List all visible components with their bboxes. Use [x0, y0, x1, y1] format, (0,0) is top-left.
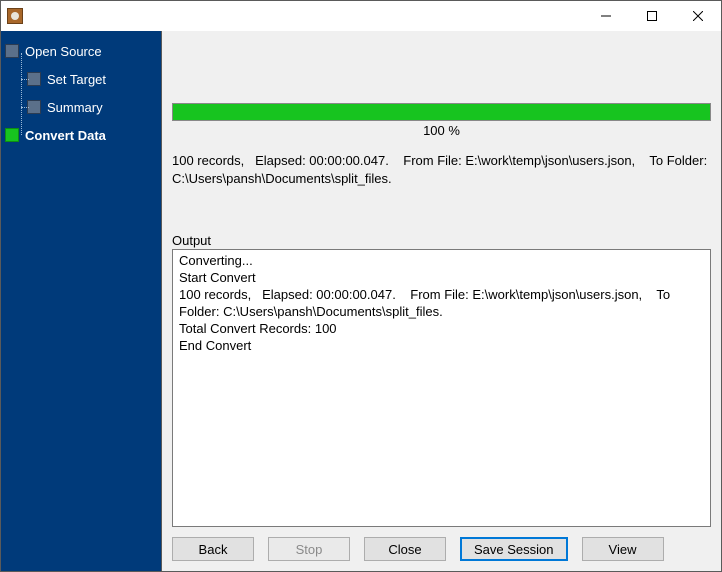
sidebar-item-set-target[interactable]: Set Target	[5, 65, 157, 93]
output-heading: Output	[172, 233, 711, 248]
sidebar-item-label: Set Target	[47, 72, 106, 87]
maximize-icon	[647, 11, 657, 21]
body-area: Open Source Set Target Summary Convert D…	[1, 31, 721, 571]
window-controls	[583, 1, 721, 31]
close-button[interactable]: Close	[364, 537, 446, 561]
progress-section: 100 %	[172, 103, 711, 138]
stop-button: Stop	[268, 537, 350, 561]
step-box-icon	[27, 100, 41, 114]
close-icon	[693, 11, 703, 21]
step-box-icon	[5, 128, 19, 142]
minimize-button[interactable]	[583, 1, 629, 31]
view-button[interactable]: View	[582, 537, 664, 561]
sidebar-item-label: Convert Data	[25, 128, 106, 143]
step-tree: Open Source Set Target Summary Convert D…	[5, 37, 157, 149]
main-inner: 100 % 100 records, Elapsed: 00:00:00.047…	[162, 31, 721, 527]
output-log[interactable]: Converting... Start Convert 100 records,…	[172, 249, 711, 527]
save-session-button[interactable]: Save Session	[460, 537, 568, 561]
step-box-icon	[5, 44, 19, 58]
titlebar	[1, 1, 721, 31]
sidebar-item-convert-data[interactable]: Convert Data	[5, 121, 157, 149]
button-row: Back Stop Close Save Session View	[162, 527, 721, 571]
maximize-button[interactable]	[629, 1, 675, 31]
close-window-button[interactable]	[675, 1, 721, 31]
progress-bar	[172, 103, 711, 121]
progress-percent-label: 100 %	[172, 123, 711, 138]
back-button[interactable]: Back	[172, 537, 254, 561]
sidebar-item-summary[interactable]: Summary	[5, 93, 157, 121]
minimize-icon	[601, 11, 611, 21]
progress-fill	[173, 104, 710, 120]
sidebar-item-label: Open Source	[25, 44, 102, 59]
sidebar: Open Source Set Target Summary Convert D…	[1, 31, 161, 571]
sidebar-item-label: Summary	[47, 100, 103, 115]
sidebar-item-open-source[interactable]: Open Source	[5, 37, 157, 65]
titlebar-left	[1, 8, 23, 24]
app-window: Open Source Set Target Summary Convert D…	[0, 0, 722, 572]
main-panel: 100 % 100 records, Elapsed: 00:00:00.047…	[161, 31, 721, 571]
app-icon	[7, 8, 23, 24]
step-box-icon	[27, 72, 41, 86]
conversion-summary-text: 100 records, Elapsed: 00:00:00.047. From…	[172, 152, 711, 187]
